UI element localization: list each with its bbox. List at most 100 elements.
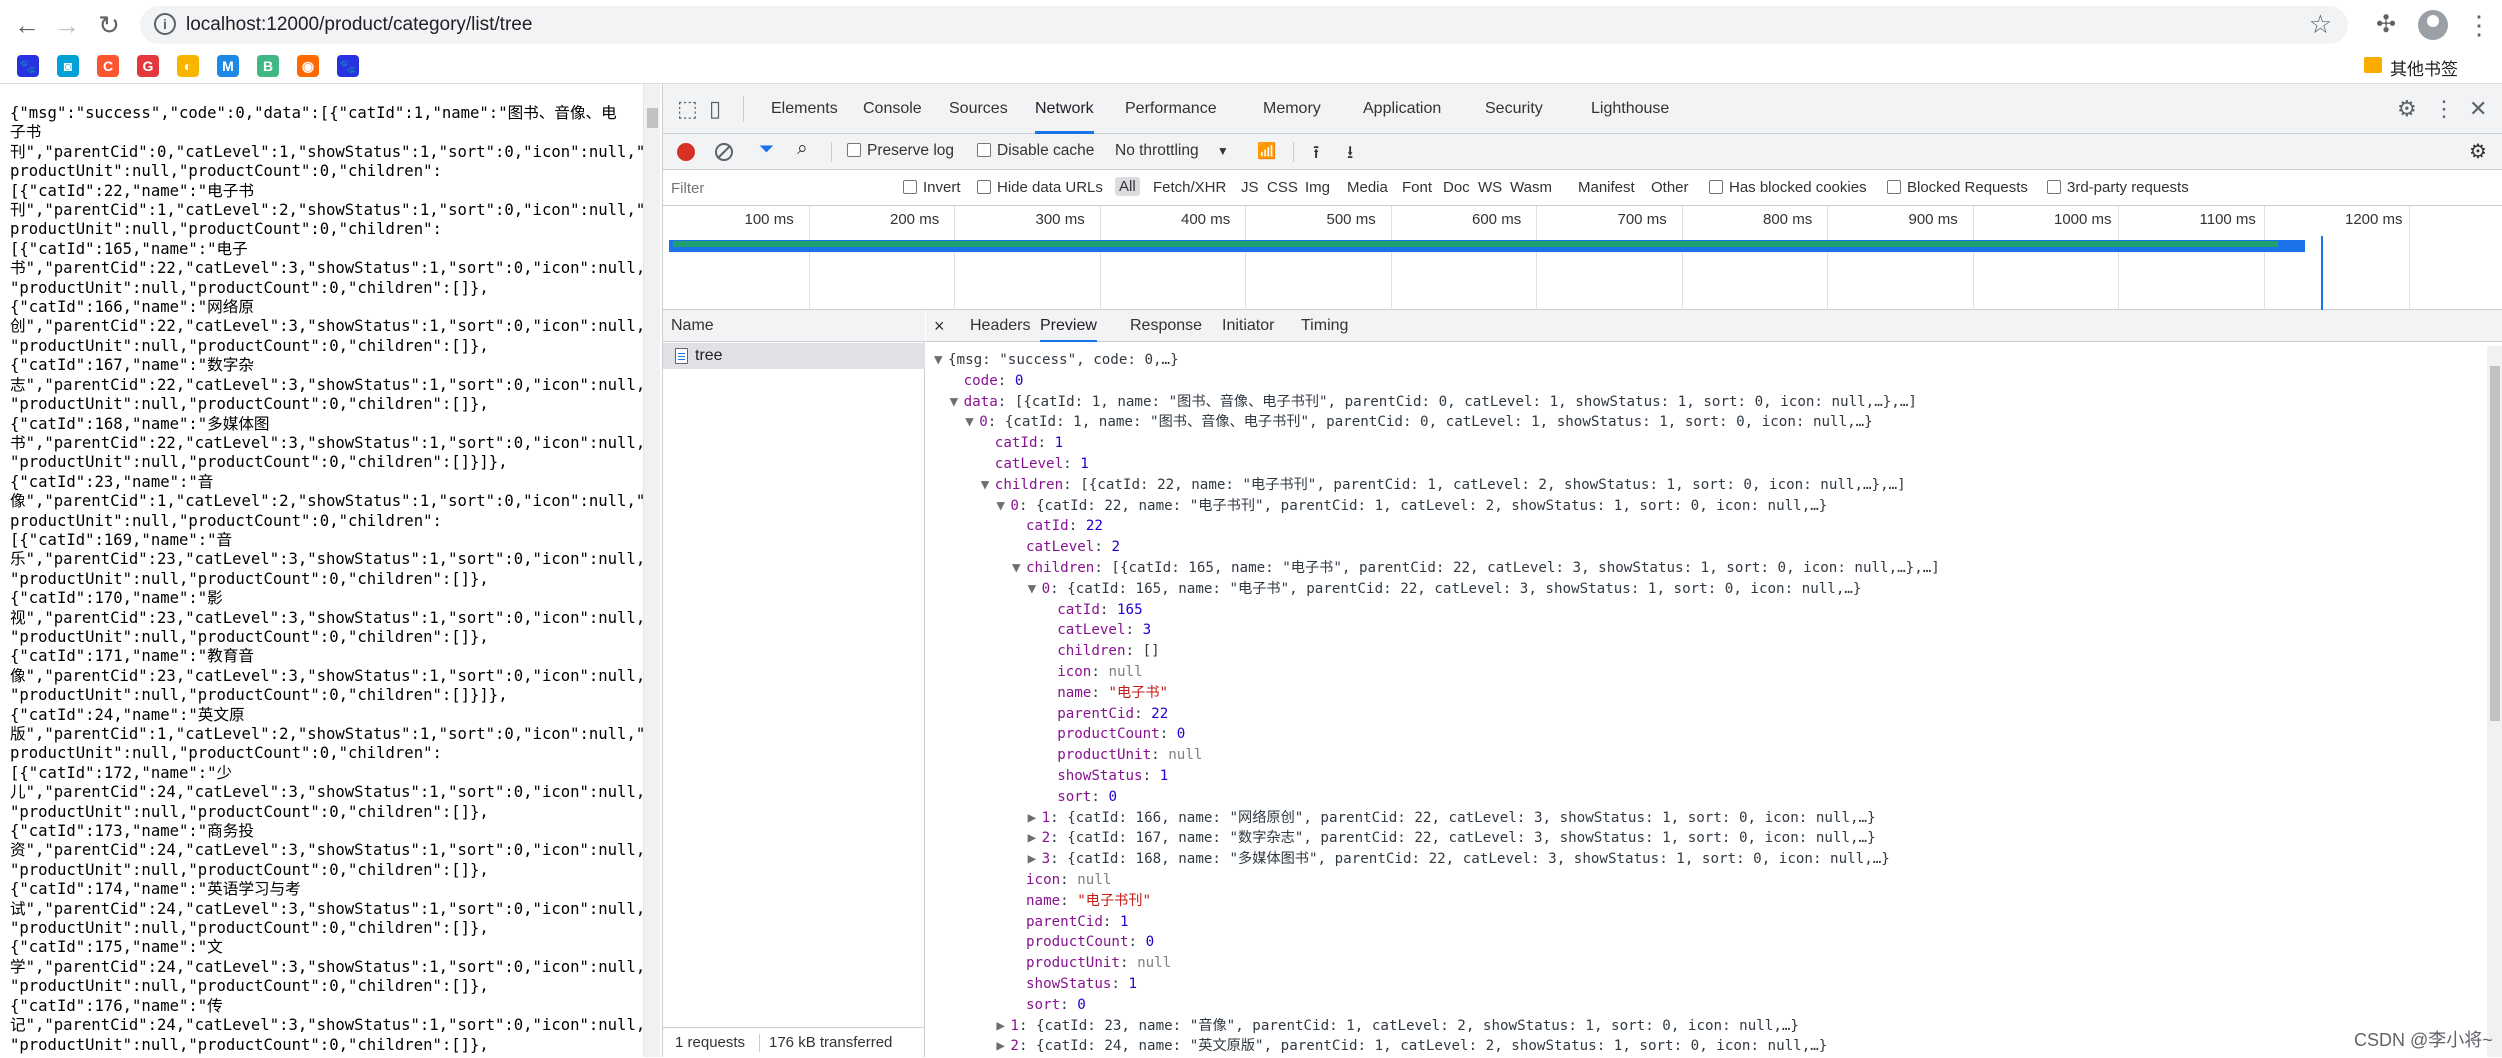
disable-cache-checkbox[interactable]: Disable cache: [977, 142, 1094, 160]
settings-gear-icon[interactable]: ⚙: [2397, 96, 2417, 122]
expand-triangle-icon[interactable]: ▼: [1012, 558, 1026, 579]
type-filter-other[interactable]: Other: [1651, 179, 1689, 196]
type-filter-js[interactable]: JS: [1241, 179, 1259, 196]
tree-row[interactable]: ▼ {msg: "success", code: 0,…}: [926, 350, 2466, 371]
preview-json-tree[interactable]: ▼ {msg: "success", code: 0,…} code: 0 ▼ data…: [926, 350, 2466, 1057]
collapse-triangle-icon[interactable]: ▶: [996, 1036, 1010, 1057]
type-filter-manifest[interactable]: Manifest: [1578, 179, 1635, 196]
invert-checkbox[interactable]: Invert: [903, 179, 961, 196]
detail-tab-response[interactable]: Response: [1130, 310, 1202, 342]
preview-scrollbar[interactable]: [2487, 346, 2502, 1057]
type-filter-img[interactable]: Img: [1305, 179, 1330, 196]
tab-sources[interactable]: Sources: [949, 84, 1008, 134]
collapse-triangle-icon[interactable]: ▶: [1028, 849, 1042, 870]
page-scrollbar-thumb[interactable]: [647, 108, 658, 128]
address-bar[interactable]: i localhost:12000/product/category/list/…: [140, 6, 2348, 44]
network-conditions-icon[interactable]: 📶: [1257, 142, 1276, 161]
tab-memory[interactable]: Memory: [1263, 84, 1321, 134]
type-filter-font[interactable]: Font: [1402, 179, 1432, 196]
checkbox-box[interactable]: [1709, 180, 1723, 194]
blocked-requests-checkbox[interactable]: Blocked Requests: [1887, 179, 2028, 196]
checkbox-box[interactable]: [977, 180, 991, 194]
tree-row[interactable]: ▶ 3: {catId: 168, name: "多媒体图书", parentCi…: [926, 849, 2466, 870]
url-text[interactable]: localhost:12000/product/category/list/tr…: [186, 14, 532, 36]
clear-icon[interactable]: [715, 143, 733, 161]
search-icon[interactable]: ⌕: [797, 138, 808, 160]
detail-tab-initiator[interactable]: Initiator: [1222, 310, 1274, 342]
bookmark-favicon-icon[interactable]: 🐾: [17, 55, 39, 77]
tree-row[interactable]: ▶ 1: {catId: 166, name: "网络原创", parentCid…: [926, 808, 2466, 829]
checkbox-box[interactable]: [847, 143, 861, 157]
network-settings-icon[interactable]: ⚙: [2469, 139, 2487, 164]
expand-triangle-icon[interactable]: ▼: [950, 392, 964, 413]
filter-funnel-icon[interactable]: ⏷: [759, 139, 774, 161]
collapse-triangle-icon[interactable]: ▶: [996, 1016, 1010, 1037]
devtools-menu-icon[interactable]: ⋮: [2433, 96, 2455, 122]
tree-row[interactable]: ▼ children: [{catId: 22, name: "电子书刊", pa…: [926, 475, 2466, 496]
reload-icon[interactable]: ↻: [94, 10, 124, 40]
tree-row[interactable]: ▶ 2: {catId: 24, name: "英文原版", parentCid:…: [926, 1036, 2466, 1057]
other-bookmarks-folder[interactable]: 其他书签: [2364, 55, 2458, 80]
bookmark-favicon-icon[interactable]: B: [257, 55, 279, 77]
tab-network[interactable]: Network: [1035, 84, 1094, 134]
bookmark-favicon-icon[interactable]: M: [217, 55, 239, 77]
bookmark-star-icon[interactable]: ☆: [2309, 9, 2332, 40]
detail-tab-preview[interactable]: Preview: [1040, 310, 1097, 342]
tab-performance[interactable]: Performance: [1125, 84, 1217, 134]
request-row-tree[interactable]: tree: [663, 343, 925, 369]
checkbox-box[interactable]: [903, 180, 917, 194]
bookmark-favicon-icon[interactable]: ◙: [57, 55, 79, 77]
collapse-triangle-icon[interactable]: ▶: [1028, 808, 1042, 829]
site-info-icon[interactable]: i: [154, 13, 176, 35]
tab-security[interactable]: Security: [1485, 84, 1543, 134]
collapse-triangle-icon[interactable]: ▶: [1028, 828, 1042, 849]
inspect-element-icon[interactable]: ⬚: [677, 96, 698, 122]
bookmark-favicon-icon[interactable]: ◐: [177, 55, 199, 77]
export-har-icon[interactable]: ⭳: [1347, 140, 1353, 170]
expand-triangle-icon[interactable]: ▼: [981, 475, 995, 496]
type-filter-media[interactable]: Media: [1347, 179, 1388, 196]
type-filter-ws[interactable]: WS: [1478, 179, 1502, 196]
detail-tab-timing[interactable]: Timing: [1301, 310, 1348, 342]
tree-row[interactable]: ▼ 0: {catId: 165, name: "电子书", parentCid:…: [926, 579, 2466, 600]
tree-row[interactable]: ▼ children: [{catId: 165, name: "电子书", pa…: [926, 558, 2466, 579]
expand-triangle-icon[interactable]: ▼: [965, 412, 979, 433]
expand-triangle-icon[interactable]: ▼: [1028, 579, 1042, 600]
detail-tab-headers[interactable]: Headers: [970, 310, 1030, 342]
tab-console[interactable]: Console: [863, 84, 922, 134]
tree-row[interactable]: ▼ 0: {catId: 1, name: "图书、音像、电子书刊", paren…: [926, 412, 2466, 433]
bookmark-favicon-icon[interactable]: G: [137, 55, 159, 77]
bookmark-favicon-icon[interactable]: C: [97, 55, 119, 77]
record-icon[interactable]: [677, 143, 695, 161]
third-party-checkbox[interactable]: 3rd-party requests: [2047, 179, 2189, 196]
bookmark-favicon-icon[interactable]: 🐾: [337, 55, 359, 77]
tree-row[interactable]: ▼ data: [{catId: 1, name: "图书、音像、电子书刊", p…: [926, 392, 2466, 413]
preserve-log-checkbox[interactable]: Preserve log: [847, 142, 954, 160]
forward-icon[interactable]: →: [52, 10, 82, 40]
tree-row[interactable]: ▶ 1: {catId: 23, name: "音像", parentCid: 1…: [926, 1016, 2466, 1037]
bookmark-favicon-icon[interactable]: ◉: [297, 55, 319, 77]
menu-kebab-icon[interactable]: ⋮: [2466, 10, 2492, 41]
filter-input[interactable]: [669, 175, 877, 201]
extensions-icon[interactable]: ✣: [2376, 10, 2396, 39]
expand-triangle-icon[interactable]: ▼: [934, 350, 948, 371]
checkbox-box[interactable]: [2047, 180, 2061, 194]
blocked-cookies-checkbox[interactable]: Has blocked cookies: [1709, 179, 1867, 196]
tab-elements[interactable]: Elements: [771, 84, 838, 134]
tab-application[interactable]: Application: [1363, 84, 1441, 134]
checkbox-box[interactable]: [977, 143, 991, 157]
tree-row[interactable]: ▼ 0: {catId: 22, name: "电子书刊", parentCid:…: [926, 496, 2466, 517]
type-filter-css[interactable]: CSS: [1267, 179, 1298, 196]
checkbox-box[interactable]: [1887, 180, 1901, 194]
import-har-icon[interactable]: ⭱: [1313, 140, 1319, 170]
name-column-header[interactable]: Name: [663, 310, 925, 342]
throttling-select[interactable]: No throttling ▼: [1115, 142, 1229, 160]
hide-data-urls-checkbox[interactable]: Hide data URLs: [977, 179, 1103, 196]
tree-row[interactable]: ▶ 2: {catId: 167, name: "数字杂志", parentCid…: [926, 828, 2466, 849]
expand-triangle-icon[interactable]: ▼: [996, 496, 1010, 517]
device-toolbar-icon[interactable]: ▯: [709, 96, 721, 122]
close-devtools-icon[interactable]: ✕: [2469, 96, 2487, 122]
preview-scrollbar-thumb[interactable]: [2490, 366, 2500, 721]
close-detail-icon[interactable]: ×: [934, 310, 945, 342]
back-icon[interactable]: ←: [12, 10, 42, 40]
